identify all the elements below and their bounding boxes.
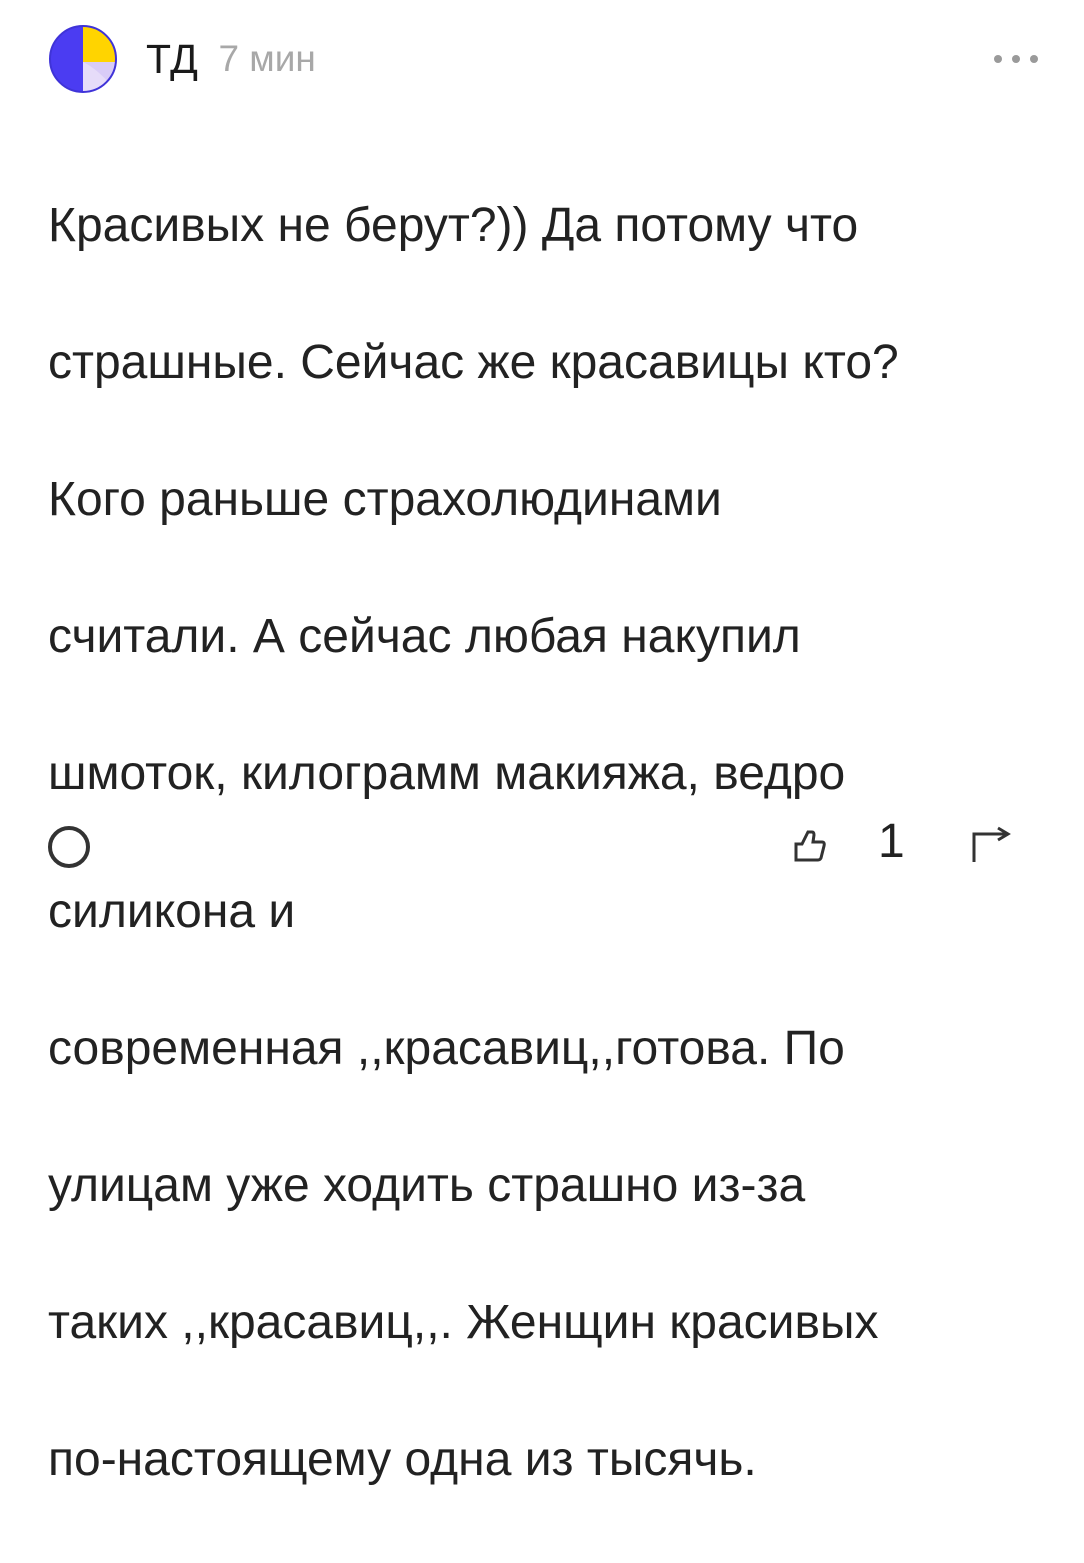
more-dots-icon[interactable] (994, 44, 1038, 74)
comment-text-line: современная ,,красавиц,,готова. По (48, 1021, 845, 1075)
comment-text-line: шмоток, килограмм макияжа, ведро (48, 747, 846, 801)
like-count: 1 (878, 815, 905, 868)
more-dot (1012, 55, 1020, 63)
comment-card: ТД 7 мин Красивых не берут?)) Да потому … (0, 0, 1084, 1486)
thumbs-up-icon[interactable] (788, 826, 828, 866)
comment-text-line: Красивых не берут?)) Да потому что (48, 198, 859, 252)
avatar[interactable] (48, 24, 118, 94)
more-dot (1030, 55, 1038, 63)
comment-text-line: страшные. Сейчас же красавицы кто? (48, 335, 899, 389)
comment-actions: 1 (48, 815, 1038, 868)
comment-text-line: силикона и (48, 884, 296, 938)
comment-text-line: таких ,,красавиц,,. Женщин красивых (48, 1296, 879, 1350)
comment-text-line: считали. А сейчас любая накупил (48, 610, 801, 664)
comment-text-line: по-настоящему одна из тысячь. (48, 1433, 757, 1487)
more-dot (994, 55, 1002, 63)
share-icon[interactable] (968, 826, 1014, 866)
comment-header: ТД 7 мин (48, 24, 1038, 94)
author-name[interactable]: ТД (146, 36, 198, 83)
reply-icon[interactable] (48, 826, 90, 868)
comment-time: 7 мин (218, 38, 316, 79)
comment-text-line: улицам уже ходить страшно из-за (48, 1158, 806, 1212)
comment-text-line: Кого раньше страхолюдинами (48, 472, 722, 526)
